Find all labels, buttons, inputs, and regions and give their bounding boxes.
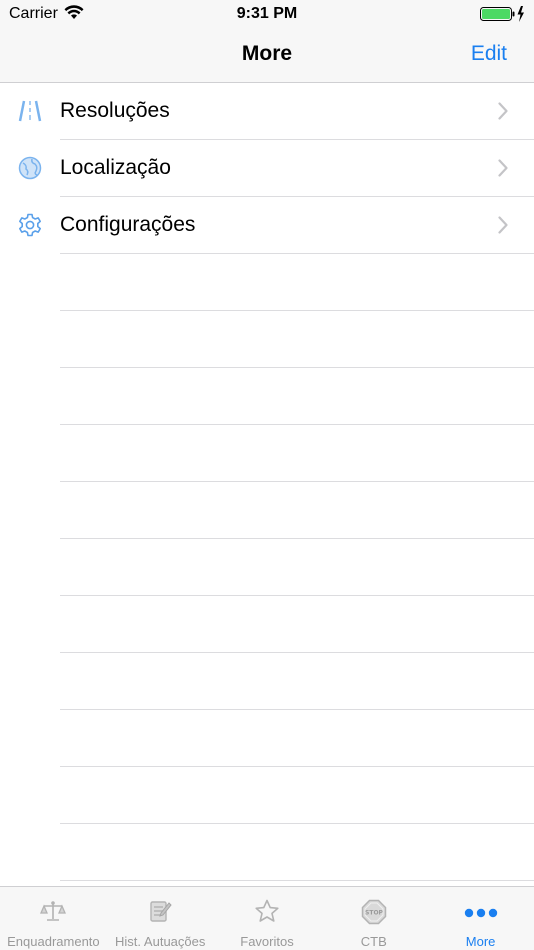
status-bar: Carrier 9:31 PM [0, 0, 534, 28]
battery-icon [480, 5, 526, 28]
empty-row [0, 653, 534, 710]
list-item-resolucoes[interactable]: Resoluções [0, 83, 534, 140]
empty-row [0, 425, 534, 482]
tab-label: CTB [360, 934, 387, 949]
star-icon [254, 899, 280, 928]
chevron-right-icon [498, 102, 508, 125]
svg-text:STOP: STOP [365, 910, 384, 917]
road-icon [17, 98, 43, 124]
tab-label: Enquadramento [7, 934, 100, 949]
chevron-right-icon [498, 159, 508, 182]
list-item-label: Localização [60, 156, 171, 179]
tab-label: More [465, 934, 496, 949]
tab-favoritos[interactable]: Favoritos [214, 887, 321, 950]
empty-row [0, 482, 534, 539]
globe-icon [17, 155, 43, 181]
tab-hist-autuacoes[interactable]: Hist. Autuações [107, 887, 214, 950]
tab-enquadramento[interactable]: Enquadramento [0, 887, 107, 950]
list-item-localizacao[interactable]: Localização [0, 140, 534, 197]
tab-bar: Enquadramento Hist. Autuações Favoritos … [0, 886, 534, 950]
empty-row [0, 824, 534, 881]
list-item-label: Resoluções [60, 99, 170, 122]
more-list: Resoluções Localização Configurações [0, 83, 534, 887]
tab-ctb[interactable]: STOP CTB [320, 887, 427, 950]
scales-icon [40, 899, 67, 928]
tab-label: Hist. Autuações [115, 934, 206, 949]
empty-row [0, 767, 534, 824]
tab-label: Favoritos [240, 934, 294, 949]
empty-row [0, 311, 534, 368]
empty-row [0, 254, 534, 311]
empty-row [0, 710, 534, 767]
empty-row [0, 539, 534, 596]
status-time: 9:31 PM [236, 5, 298, 22]
list-item-configuracoes[interactable]: Configurações [0, 197, 534, 254]
empty-row [0, 368, 534, 425]
chevron-right-icon [498, 216, 508, 239]
gear-icon [17, 212, 43, 238]
edit-button[interactable]: Edit [471, 42, 507, 66]
stop-sign-icon: STOP [361, 899, 387, 930]
navigation-bar: More Edit [0, 28, 534, 83]
page-title: More [241, 42, 293, 65]
more-dots-icon [464, 905, 498, 923]
tab-more[interactable]: More [427, 887, 534, 950]
notepad-icon [148, 899, 172, 928]
empty-row [0, 596, 534, 653]
list-item-label: Configurações [60, 213, 196, 236]
